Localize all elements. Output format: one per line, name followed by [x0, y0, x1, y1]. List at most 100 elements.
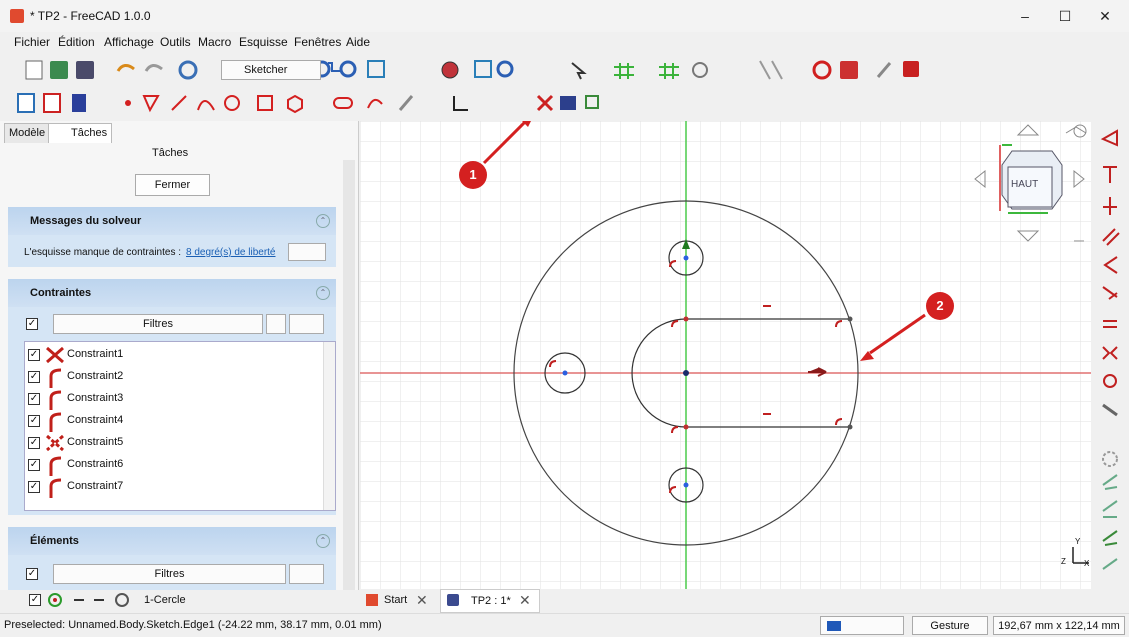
whats-this-icon: [571, 62, 587, 80]
checkbox[interactable]: ✓: [29, 594, 41, 606]
isometric-view-icon: [367, 60, 385, 78]
save-icon: [76, 61, 94, 79]
draw-style-selector[interactable]: [820, 616, 904, 635]
document-icon: [447, 594, 459, 606]
maximize-button[interactable]: ☐: [1045, 4, 1085, 28]
checkbox[interactable]: ✓: [28, 481, 40, 493]
close-tab-icon[interactable]: ✕: [519, 592, 531, 609]
checkbox[interactable]: ✓: [28, 349, 40, 361]
collapse-icon[interactable]: ⌃: [316, 286, 330, 300]
minimize-button[interactable]: –: [1005, 4, 1045, 28]
close-tab-icon[interactable]: ✕: [416, 592, 428, 609]
snap-icon: [659, 63, 679, 79]
constraint-toolbar-icons: [1100, 129, 1120, 570]
menu-fenetres[interactable]: Fenêtres: [294, 35, 341, 49]
view-section-icon: [43, 93, 61, 113]
elements-select-all-checkbox[interactable]: ✓: [26, 568, 38, 580]
circle-tool-icon: [812, 60, 832, 80]
task-panel: Modèle Tâches Tâches Fermer Messages du …: [0, 121, 359, 607]
copy-tool-icon: [1102, 530, 1118, 546]
list-scrollbar[interactable]: [323, 342, 335, 510]
view-sketch-icon: [17, 93, 35, 113]
collapse-icon[interactable]: ⌃: [316, 534, 330, 548]
menu-aide[interactable]: Aide: [346, 35, 370, 49]
elements-section: Éléments ⌃ ✓ Filtres: [8, 527, 336, 590]
bspline-tool-icon: [367, 98, 383, 109]
elements-title-label: Éléments: [30, 535, 79, 547]
constraints-section-title[interactable]: Contraintes: [8, 279, 336, 307]
element-row-label: 1-Cercle: [144, 594, 186, 606]
constraints-select-all-checkbox[interactable]: ✓: [26, 318, 38, 330]
line-tool-icon: [171, 95, 187, 111]
main-toolbar-icons: [25, 60, 919, 80]
solver-message: L'esquisse manque de contraintes :: [24, 247, 182, 258]
vertical-constraint-icon: [1103, 197, 1117, 215]
freecad-logo-icon: [10, 9, 24, 23]
collapse-icon[interactable]: ⌃: [316, 214, 330, 228]
fillet-tool-icon: [453, 96, 468, 111]
navcube-top-label: HAUT: [1011, 179, 1039, 190]
close-window-button[interactable]: ✕: [1085, 4, 1125, 28]
map-sketch-icon: [876, 62, 892, 78]
draw-style-icon: [441, 61, 459, 79]
grid-icon: [614, 63, 634, 79]
merge-sketches-icon: [903, 61, 919, 77]
polyline-tool-icon: [142, 95, 160, 113]
workbench-selector[interactable]: Sketcher: [221, 60, 321, 80]
constraints-section: Contraintes ⌃ ✓ Filtres ✓ Constraint1 ✓ Co…: [8, 279, 336, 515]
panel-tabs: Modèle Tâches: [0, 121, 359, 143]
point-tool-icon: [125, 100, 131, 106]
checkbox[interactable]: ✓: [28, 393, 40, 405]
sketch-canvas[interactable]: [360, 121, 1091, 590]
select-conflicting-icon: [1102, 451, 1118, 467]
menu-fichier[interactable]: Fichier: [14, 35, 50, 49]
arc-tool-icon: [197, 100, 215, 111]
toggle-driving-icon: [1102, 403, 1118, 417]
dof-link[interactable]: 8 degré(s) de liberté: [186, 247, 276, 258]
close-task-button[interactable]: Fermer: [135, 174, 210, 196]
solver-section: Messages du solveur ⌃ L'esquisse manque …: [8, 207, 336, 267]
constraints-filter-dropdown[interactable]: Filtres: [53, 314, 263, 334]
symmetric-constraint-icon: [1102, 346, 1118, 360]
sketch-viewport[interactable]: HAUT Y Z X 1 2: [360, 121, 1091, 590]
checkbox[interactable]: ✓: [28, 415, 40, 427]
elements-section-title[interactable]: Éléments: [8, 527, 336, 555]
constraint-toolbar: [1091, 121, 1129, 611]
menu-macro[interactable]: Macro: [198, 35, 231, 49]
equal-constraint-icon: [1103, 320, 1117, 328]
checkbox[interactable]: ✓: [28, 437, 40, 449]
tab-start[interactable]: Start ✕: [362, 591, 436, 613]
solver-section-title[interactable]: Messages du solveur: [8, 207, 336, 235]
elements-settings-dropdown[interactable]: [289, 564, 324, 584]
parallel-constraint-icon: [1102, 228, 1120, 246]
menu-outils[interactable]: Outils: [160, 35, 191, 49]
tab-modele[interactable]: Modèle: [4, 123, 51, 143]
axis-x-label: X: [1084, 559, 1090, 568]
solver-title-label: Messages du solveur: [30, 215, 142, 227]
checkbox[interactable]: ✓: [28, 459, 40, 471]
elements-filter-dropdown[interactable]: Filtres: [53, 564, 286, 584]
tab-tp2[interactable]: TP2 : 1* ✕: [440, 589, 540, 613]
auto-update-dropdown[interactable]: [288, 243, 326, 261]
perpendicular-constraint-icon: [1103, 256, 1118, 274]
point-on-object-icon: [1103, 166, 1117, 183]
navigation-style-selector[interactable]: Gesture: [912, 616, 988, 635]
zoom-selection-icon: [339, 60, 357, 78]
panel-scrollbar[interactable]: [343, 160, 355, 590]
menu-affichage[interactable]: Affichage: [104, 35, 154, 49]
tab-taches[interactable]: Tâches: [48, 123, 113, 143]
constraint-settings-dropdown[interactable]: [289, 314, 324, 334]
checkbox[interactable]: ✓: [28, 371, 40, 383]
rendering-order-icon: [692, 62, 708, 78]
slot-tool-icon: [333, 97, 353, 109]
menu-edition[interactable]: Édition: [58, 35, 95, 49]
leave-sketch-icon: [759, 60, 783, 80]
polygon-tool-icon: [287, 94, 303, 114]
axis-y-label: Y: [1075, 537, 1081, 546]
visibility-eye-icon[interactable]: [266, 314, 286, 334]
menu-esquisse[interactable]: Esquisse: [239, 35, 288, 49]
dimension-units-selector[interactable]: 192,67 mm x 122,14 mm: [993, 616, 1125, 635]
clone-tool-icon: [1102, 500, 1118, 518]
std-views-icon: [474, 60, 492, 78]
open-document-icon: [50, 61, 68, 79]
